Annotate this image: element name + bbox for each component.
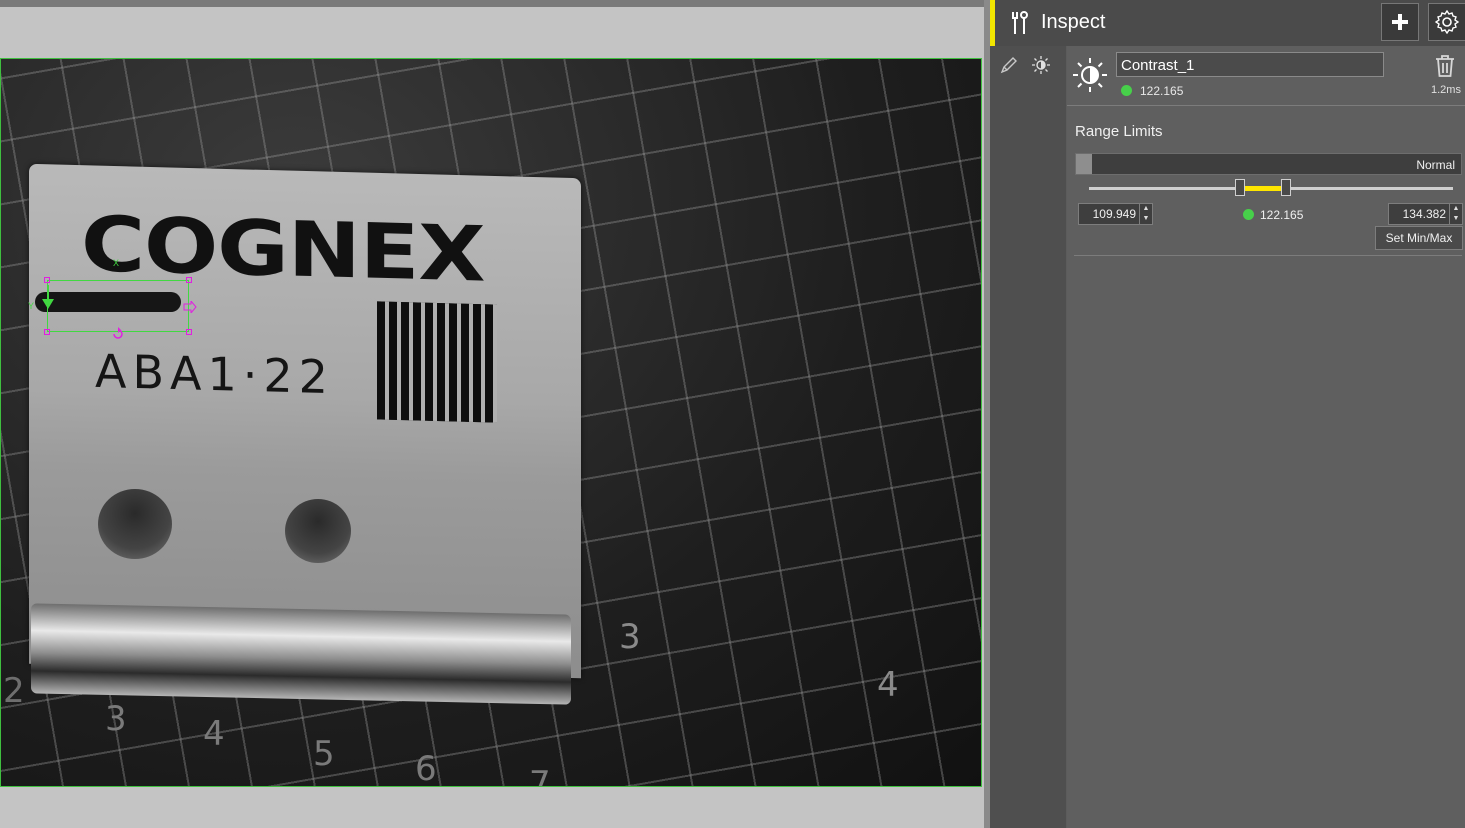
set-min-max-button[interactable]: Set Min/Max: [1375, 226, 1463, 250]
ruler-number: 6: [415, 749, 437, 787]
spinner-arrows-icon[interactable]: ▲ ▼: [1139, 204, 1152, 224]
status-indicator: [1121, 85, 1132, 97]
min-value: 109.949: [1092, 207, 1136, 221]
divider: [1074, 255, 1462, 256]
status-indicator: [1243, 209, 1254, 221]
min-value-spinner[interactable]: 109.949 ▲ ▼: [1078, 203, 1153, 225]
inspect-title: Inspect: [1041, 11, 1106, 33]
ruler-number: 5: [313, 734, 335, 774]
add-tool-button[interactable]: [1381, 3, 1419, 41]
part-hole-left: [98, 489, 172, 559]
inspect-sidebar: Inspect Contrast_1 122.165 1.2ms Range L…: [990, 0, 1465, 828]
current-value: 122.165: [1243, 207, 1303, 222]
roi-handle-top-left[interactable]: [44, 277, 50, 283]
roi-x-label: X: [113, 258, 120, 268]
divider: [1067, 105, 1465, 106]
roi-axis-arrow-icon: [42, 285, 54, 309]
spinner-arrows-icon[interactable]: ▲ ▼: [1449, 204, 1462, 224]
roi-handle-bottom-right[interactable]: [186, 329, 192, 335]
max-value-spinner[interactable]: 134.382 ▲ ▼: [1388, 203, 1463, 225]
roi-rotate-icon[interactable]: [111, 327, 125, 341]
inspect-header: Inspect: [990, 0, 1465, 46]
region-of-interest[interactable]: [47, 280, 189, 332]
roi-handle-top-right[interactable]: [186, 277, 192, 283]
settings-button[interactable]: [1428, 3, 1465, 41]
pencil-icon[interactable]: [1000, 56, 1018, 74]
metal-part-lip: [31, 603, 571, 705]
range-mode-label: Normal: [1416, 158, 1455, 172]
tool-result: 122.165: [1121, 83, 1183, 98]
range-mode-selector[interactable]: Normal: [1075, 153, 1462, 175]
top-strip: [0, 0, 984, 7]
data-matrix-code: [377, 301, 497, 423]
range-slider-min-thumb[interactable]: [1235, 179, 1245, 196]
range-limits-title: Range Limits: [1075, 123, 1163, 140]
tool-panel: Contrast_1 122.165 1.2ms Range Limits No…: [1067, 46, 1465, 828]
image-bottom-strip: [0, 787, 984, 828]
part-hole-right: [285, 499, 351, 563]
ruler-number: 3: [105, 699, 127, 739]
tool-result-value: 122.165: [1140, 83, 1184, 98]
ruler-number: 4: [203, 714, 225, 754]
brightness-icon[interactable]: [1032, 56, 1050, 74]
execution-time: 1.2ms: [1431, 84, 1461, 96]
range-slider-fill: [1239, 186, 1284, 191]
ruler-number: 7: [529, 764, 551, 787]
roi-resize-arrow-icon[interactable]: [183, 301, 197, 313]
tool-name-field[interactable]: Contrast_1: [1116, 52, 1384, 77]
brightness-icon: [1073, 58, 1107, 92]
ruler-number: 2: [3, 671, 25, 711]
max-value: 134.382: [1402, 207, 1446, 221]
roi-y-label: Y: [28, 301, 35, 311]
trash-icon[interactable]: [1434, 54, 1456, 78]
ruler-number: 3: [619, 617, 641, 657]
part-serial-text: ABA1·22: [95, 343, 334, 405]
tool-toolbar: [990, 46, 1066, 828]
gear-icon: [1435, 10, 1459, 34]
current-value-text: 122.165: [1260, 207, 1304, 222]
roi-handle-bottom-left[interactable]: [44, 329, 50, 335]
range-mode-grip[interactable]: [1076, 154, 1092, 174]
ruler-number: 4: [877, 665, 899, 705]
camera-image[interactable]: COGNEX ABA1·22 X Y 3 2 3 4 5 6 7 4: [0, 58, 982, 787]
tools-icon: [1012, 11, 1028, 34]
range-slider-max-thumb[interactable]: [1281, 179, 1291, 196]
plus-icon: [1392, 14, 1408, 30]
